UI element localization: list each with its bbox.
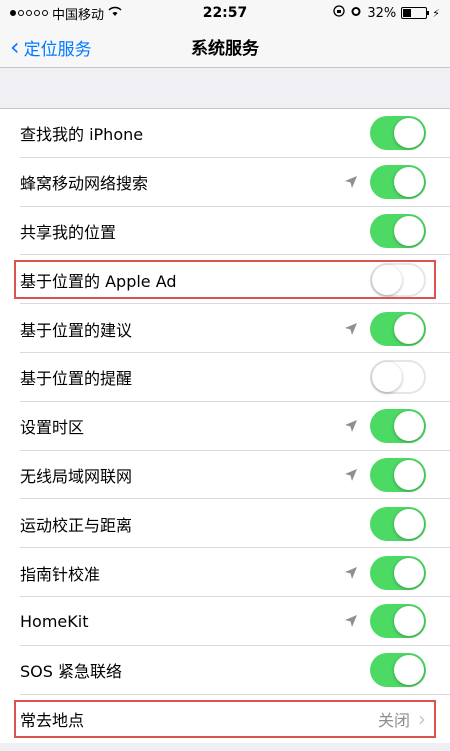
carrier-label: 中国移动 [52, 7, 105, 23]
toggle-knob [394, 313, 424, 344]
chevron-right-icon: › [418, 706, 426, 731]
charging-icon: ⚡ [432, 6, 440, 20]
row-label: 无线局域网联网 [20, 466, 133, 486]
row-label: HomeKit [20, 611, 89, 631]
row-label: 基于位置的 Apple Ad [20, 271, 177, 291]
row-label: 常去地点 [20, 710, 85, 730]
row-label: SOS 紧急联络 [20, 662, 122, 682]
toggle-knob [394, 167, 424, 198]
toggle-switch[interactable] [370, 506, 426, 541]
toggle-switch[interactable] [370, 311, 426, 346]
location-arrow-icon [345, 176, 357, 189]
list-item: 无线局域网联网 [0, 451, 450, 500]
alarm-icon [350, 5, 362, 21]
toggle-knob [372, 264, 402, 295]
toggle-switch[interactable] [370, 116, 426, 151]
navigation-bar: ‹ 定位服务 系统服务 [0, 26, 450, 68]
toggle-knob [394, 411, 424, 442]
toggle-switch[interactable] [370, 555, 426, 590]
status-right: 32% ⚡ [290, 5, 440, 21]
toggle-knob [394, 655, 424, 686]
toggle-switch[interactable] [370, 262, 426, 297]
toggle-knob [394, 606, 424, 637]
wifi-icon [108, 6, 122, 20]
toggle-switch[interactable] [370, 604, 426, 639]
location-arrow-icon [345, 566, 357, 579]
status-time: 22:57 [202, 5, 248, 21]
orientation-lock-icon [333, 5, 346, 21]
list-item: 查找我的 iPhone [0, 109, 450, 158]
list-item: 共享我的位置 [0, 207, 450, 256]
list-item[interactable]: 常去地点 关闭 › [0, 695, 450, 744]
location-arrow-icon [345, 615, 357, 628]
row-label: 基于位置的提醒 [20, 369, 133, 389]
list-item: SOS 紧急联络 [0, 646, 450, 695]
toggle-switch[interactable] [370, 653, 426, 688]
row-label: 蜂窝移动网络搜索 [20, 174, 149, 194]
status-bar: 中国移动 22:57 32% ⚡ [0, 0, 450, 26]
toggle-switch[interactable] [370, 213, 426, 248]
list-item: 蜂窝移动网络搜索 [0, 158, 450, 207]
page-title: 系统服务 [191, 39, 259, 59]
list-item: 运动校正与距离 [0, 499, 450, 548]
battery-percent: 32% [367, 5, 397, 21]
toggle-knob [372, 362, 402, 393]
carrier-info: 中国移动 [10, 4, 160, 23]
row-label: 运动校正与距离 [20, 515, 133, 535]
toggle-knob [394, 118, 424, 149]
list-item: 基于位置的建议 [0, 304, 450, 353]
toggle-knob [394, 508, 424, 539]
row-label: 共享我的位置 [20, 222, 117, 242]
list-item: 指南针校准 [0, 548, 450, 597]
signal-icon [10, 10, 48, 16]
location-arrow-icon [345, 322, 357, 335]
list-item: 设置时区 [0, 402, 450, 451]
toggle-knob [394, 459, 424, 490]
row-label: 基于位置的建议 [20, 320, 133, 340]
row-label: 设置时区 [20, 418, 85, 438]
detail-value: 关闭 [377, 710, 410, 730]
toggle-knob [394, 557, 424, 588]
list-item: 基于位置的提醒 [0, 353, 450, 402]
battery-icon [401, 7, 430, 19]
toggle-switch[interactable] [370, 409, 426, 444]
toggle-switch[interactable] [370, 457, 426, 492]
row-label: 指南针校准 [20, 564, 101, 584]
location-arrow-icon [345, 420, 357, 433]
settings-list: 查找我的 iPhone 蜂窝移动网络搜索 共享我的位置基于位置的 Apple Ad 基… [0, 108, 450, 744]
toggle-switch[interactable] [370, 360, 426, 395]
toggle-switch[interactable] [370, 165, 426, 200]
toggle-knob [394, 215, 424, 246]
location-arrow-icon [345, 468, 357, 481]
row-label: 查找我的 iPhone [20, 125, 144, 145]
list-item: 基于位置的 Apple Ad [0, 255, 450, 304]
list-item: HomeKit [0, 597, 450, 646]
